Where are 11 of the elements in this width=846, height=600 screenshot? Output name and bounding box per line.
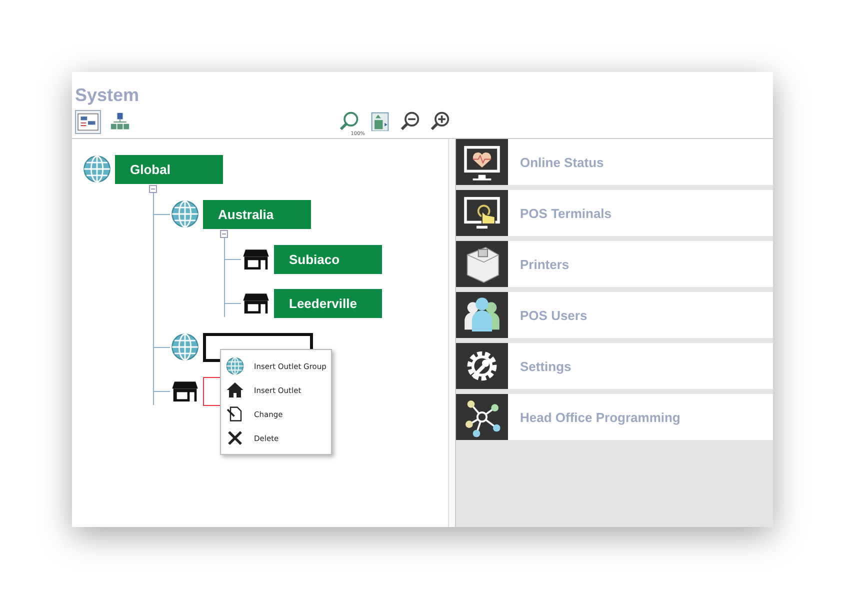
- node-label[interactable]: Global: [115, 154, 223, 184]
- menu-item[interactable]: Online Status: [456, 139, 773, 185]
- menu-item[interactable]: POS Users: [456, 292, 773, 338]
- menu-item[interactable]: Printers: [456, 241, 773, 287]
- node-label[interactable]: Australia: [203, 200, 311, 228]
- node-label[interactable]: Subiaco: [274, 244, 382, 274]
- node-label[interactable]: Leederville: [274, 288, 382, 318]
- menu-item[interactable]: POS Terminals: [456, 190, 773, 236]
- window-title: System: [74, 84, 140, 107]
- menu-item[interactable]: Head Office Programming: [456, 394, 773, 440]
- menu-item[interactable]: Settings: [456, 343, 773, 389]
